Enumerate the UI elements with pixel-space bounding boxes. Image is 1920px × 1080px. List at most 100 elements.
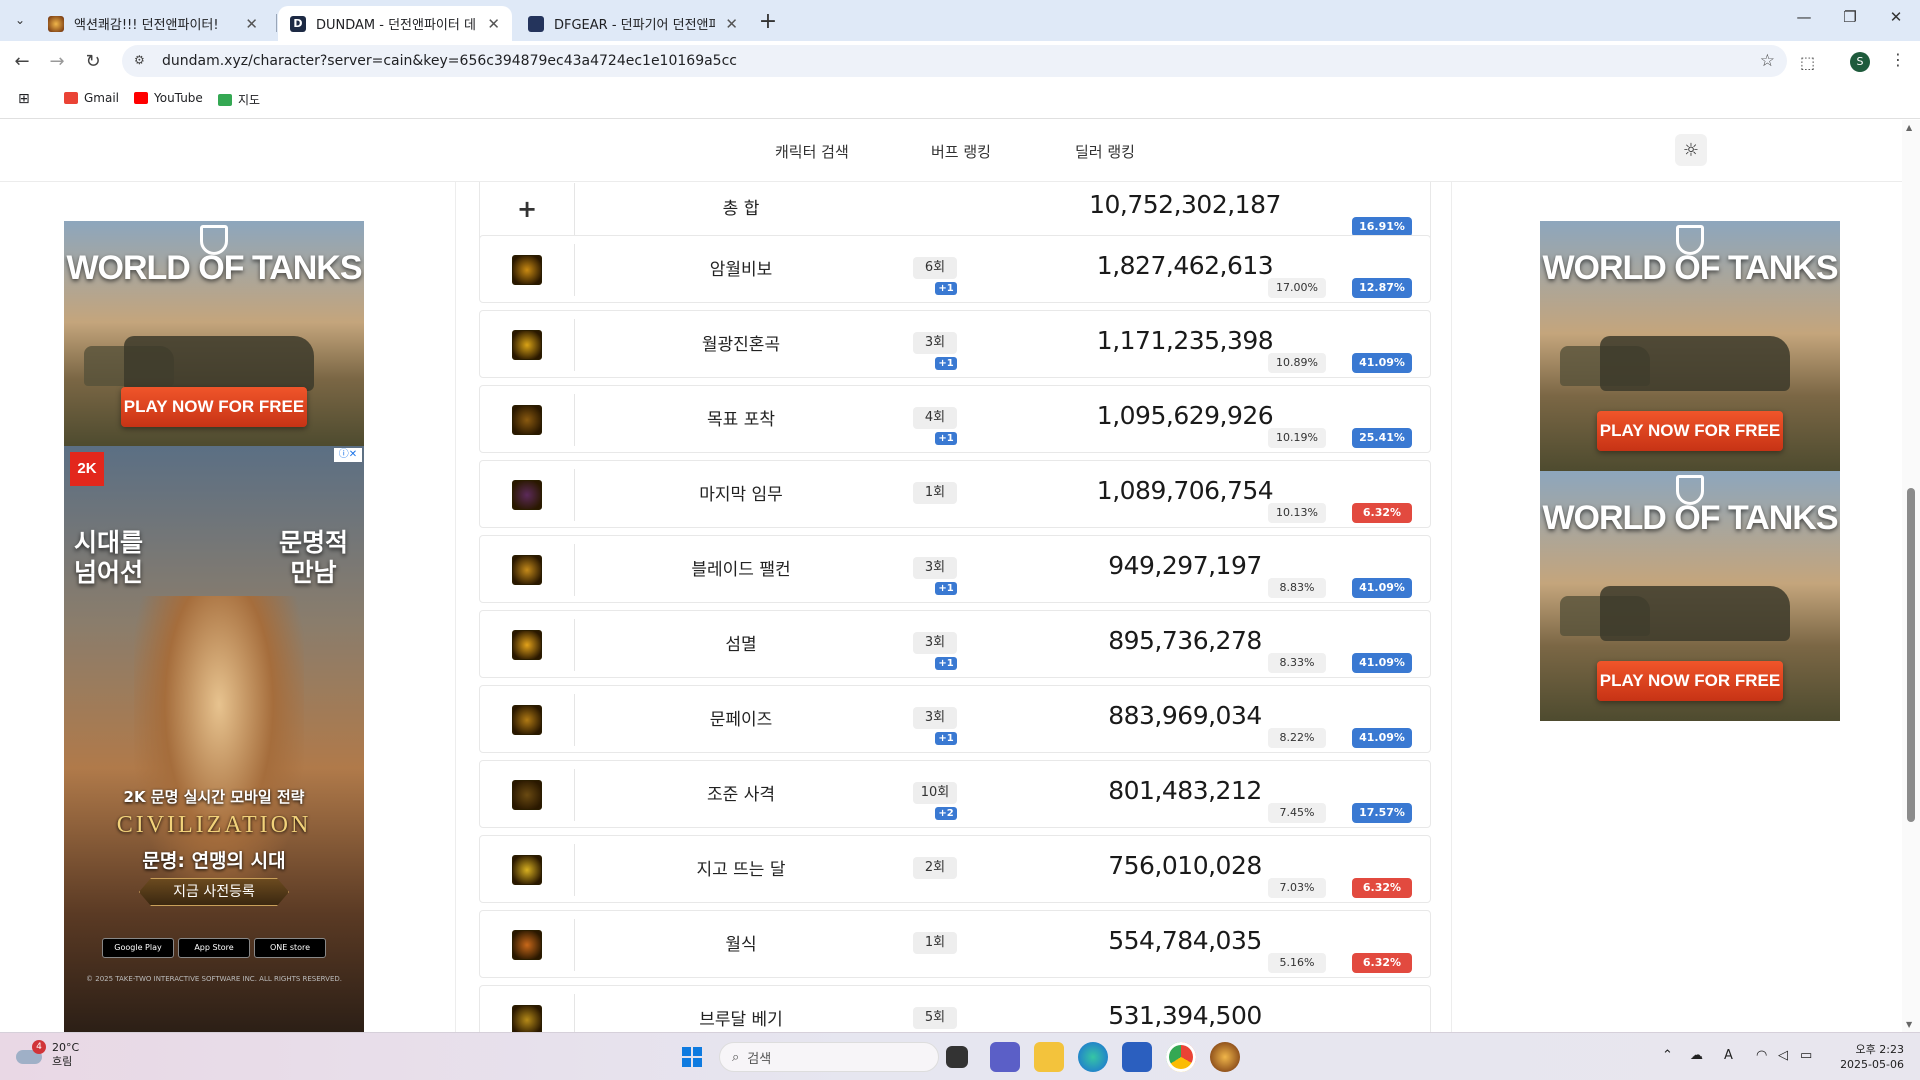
ad-logo: WORLD OF TANKS: [66, 249, 362, 287]
extensions-icon[interactable]: ⬚: [1800, 53, 1815, 72]
minimize-icon[interactable]: —: [1784, 8, 1824, 26]
more-menu-icon[interactable]: ⋮: [1890, 50, 1906, 69]
plus-icon[interactable]: +: [517, 195, 537, 223]
bookmark-maps[interactable]: 지도: [218, 91, 260, 108]
ad-cta-button[interactable]: PLAY NOW FOR FREE: [1597, 661, 1783, 701]
restore-icon[interactable]: ❐: [1830, 8, 1870, 26]
skill-damage: 531,394,500: [1108, 1001, 1262, 1030]
tab-dfgear[interactable]: DFGEAR - 던파기어 던전앤파이 ✕: [516, 6, 750, 41]
back-icon[interactable]: ←: [9, 49, 35, 75]
increase-pct-badge: 6.32%: [1352, 503, 1412, 523]
task-view-icon[interactable]: [946, 1046, 968, 1068]
url-text: dundam.xyz/character?server=cain&key=656…: [162, 53, 737, 69]
total-label: 총 합: [722, 199, 760, 219]
taskbar-search[interactable]: ⌕ 검색: [719, 1042, 939, 1072]
wifi-icon[interactable]: ◠: [1756, 1048, 1767, 1063]
skill-row: 문페이즈 3회 +1 883,969,034 8.22% 41.09%: [479, 685, 1431, 753]
tab-divider: [276, 14, 277, 32]
adchoices-icon[interactable]: ⓘ✕: [334, 448, 362, 462]
nav-character-search[interactable]: 캐릭터 검색: [775, 141, 849, 162]
dfgear-favicon: [528, 15, 544, 32]
skill-name: 목표 포착: [707, 410, 775, 430]
headline-line: 시대를: [74, 528, 144, 557]
store-icon[interactable]: [1122, 1042, 1152, 1072]
level-boost-badge: +1: [935, 732, 957, 745]
ad-headline-right: 문명적 만남: [279, 528, 348, 588]
apps-grid-icon[interactable]: ⊞: [18, 91, 30, 107]
battery-icon[interactable]: ▭: [1800, 1048, 1812, 1063]
ad-civilization[interactable]: 2K ⓘ✕ 시대를 넘어선 문명적 만남 2K 문명 실시간 모바일 전략 CI…: [64, 446, 364, 1032]
bookmarks-bar: ⊞ Gmail YouTube 지도: [0, 81, 1920, 119]
ad-world-of-tanks-right-top[interactable]: WORLD OF TANKS PLAY NOW FOR FREE: [1540, 221, 1840, 471]
tab-search-menu[interactable]: ⌄: [8, 8, 32, 32]
search-icon: ⌕: [732, 1049, 740, 1065]
nav-dealer-ranking[interactable]: 딜러 랭킹: [1075, 141, 1135, 162]
ad-world-of-tanks-right-bottom[interactable]: WORLD OF TANKS PLAY NOW FOR FREE: [1540, 471, 1840, 721]
skill-row: 섬멸 3회 +1 895,736,278 8.33% 41.09%: [479, 610, 1431, 678]
app-store-badge[interactable]: App Store: [178, 938, 250, 958]
expand-cell[interactable]: +: [480, 183, 575, 235]
skill-row: 월광진혼곡 3회 +1 1,171,235,398 10.89% 41.09%: [479, 310, 1431, 378]
nav-buff-ranking[interactable]: 버프 랭킹: [931, 141, 991, 162]
bookmark-gmail[interactable]: Gmail: [64, 91, 119, 105]
damage-share: 10.13%: [1268, 503, 1326, 523]
scroll-up-icon[interactable]: ▲: [1906, 123, 1912, 132]
windows-start-icon[interactable]: [677, 1042, 707, 1072]
close-icon[interactable]: ✕: [487, 15, 500, 33]
bookmark-star-icon[interactable]: ☆: [1760, 51, 1775, 71]
system-clock[interactable]: 오후 2:23 2025-05-06: [1824, 1042, 1904, 1072]
damage-share: 10.19%: [1268, 428, 1326, 448]
close-icon[interactable]: ✕: [725, 15, 738, 33]
teams-icon[interactable]: [990, 1042, 1020, 1072]
google-play-badge[interactable]: Google Play: [102, 938, 174, 958]
onedrive-icon[interactable]: ☁: [1690, 1048, 1703, 1063]
bookmark-youtube[interactable]: YouTube: [134, 91, 203, 105]
skill-row: 조준 사격 10회 +2 801,483,212 7.45% 17.57%: [479, 760, 1431, 828]
file-explorer-icon[interactable]: [1034, 1042, 1064, 1072]
weather-widget[interactable]: 4 20°C 흐림: [16, 1040, 79, 1069]
preregister-button[interactable]: 지금 사전등록: [139, 878, 289, 906]
volume-icon[interactable]: ◁: [1778, 1048, 1788, 1063]
forward-icon[interactable]: →: [44, 49, 70, 75]
page-scrollbar[interactable]: ▲ ▼: [1902, 120, 1920, 1032]
tab-dundam[interactable]: D DUNDAM - 던전앤파이터 데미 ✕: [278, 6, 512, 41]
cast-count: 1회: [913, 482, 957, 504]
scroll-thumb[interactable]: [1907, 488, 1915, 822]
skill-name: 암월비보: [709, 260, 773, 280]
tab-label: DUNDAM - 던전앤파이터 데미: [316, 18, 478, 33]
sun-icon[interactable]: ☼: [1675, 134, 1707, 166]
skill-icon-cell: [480, 994, 575, 1032]
notification-badge: 4: [32, 1040, 46, 1054]
close-window-icon[interactable]: ✕: [1876, 8, 1916, 26]
cloud-icon: 4: [16, 1040, 46, 1066]
cast-count: 4회: [913, 407, 957, 429]
increase-pct-badge: 41.09%: [1352, 653, 1412, 673]
reload-icon[interactable]: ↻: [80, 49, 106, 75]
one-store-badge[interactable]: ONE store: [254, 938, 326, 958]
site-info-icon[interactable]: ⚙: [134, 53, 150, 69]
skill-icon-cell: [480, 544, 575, 596]
tab-dnf[interactable]: 액션쾌감!!! 던전앤파이터! ✕: [36, 6, 270, 41]
chevron-up-icon[interactable]: ⌃: [1662, 1048, 1673, 1063]
cast-count: 10회: [913, 782, 957, 804]
close-icon[interactable]: ✕: [245, 15, 258, 33]
address-bar[interactable]: ⚙ dundam.xyz/character?server=cain&key=6…: [122, 45, 1787, 77]
skill-name: 문페이즈: [709, 710, 773, 730]
ad-cta-button[interactable]: PLAY NOW FOR FREE: [1597, 411, 1783, 451]
increase-pct-badge: 41.09%: [1352, 728, 1412, 748]
ad-cta-button[interactable]: PLAY NOW FOR FREE: [121, 387, 307, 427]
skill-icon: [512, 930, 542, 960]
search-placeholder: 검색: [747, 1051, 772, 1067]
edge-icon[interactable]: [1078, 1042, 1108, 1072]
ime-icon[interactable]: A: [1724, 1048, 1733, 1063]
skill-icon-cell: [480, 244, 575, 296]
new-tab-button[interactable]: +: [755, 8, 781, 34]
cast-count: 3회: [913, 707, 957, 729]
ad-world-of-tanks-left[interactable]: WORLD OF TANKS PLAY NOW FOR FREE: [64, 221, 364, 446]
ad-logo: WORLD OF TANKS: [1542, 499, 1838, 537]
profile-avatar[interactable]: S: [1850, 52, 1870, 72]
scroll-down-icon[interactable]: ▼: [1906, 1020, 1912, 1029]
cast-count: 3회: [913, 332, 957, 354]
chrome-icon[interactable]: [1166, 1042, 1196, 1072]
dnf-app-icon[interactable]: [1210, 1042, 1240, 1072]
